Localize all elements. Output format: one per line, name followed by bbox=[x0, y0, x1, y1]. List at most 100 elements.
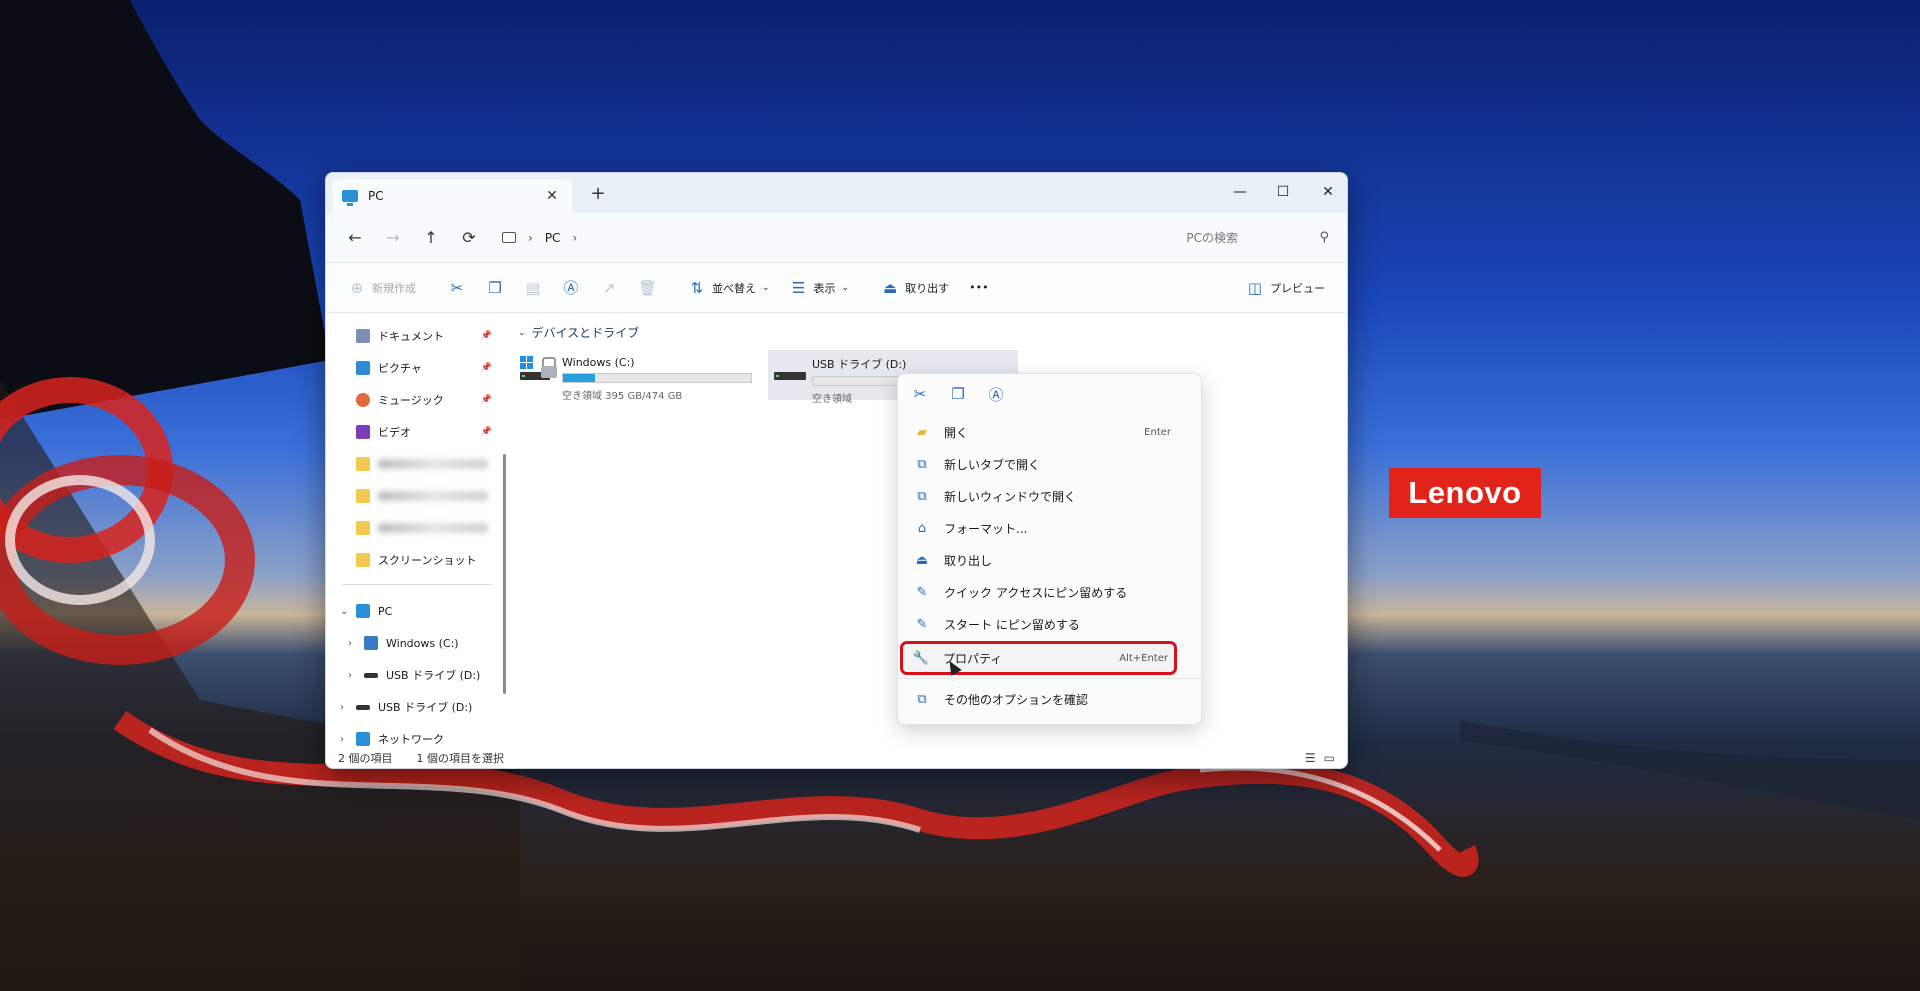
drive-icon bbox=[364, 636, 378, 650]
sidebar-item-label: ネットワーク bbox=[378, 733, 444, 746]
menu-item-pin-quick-access[interactable]: ✎ クイック アクセスにピン留めする bbox=[904, 578, 1195, 606]
sidebar-item-usb-d[interactable]: › USB ドライブ (D:) bbox=[326, 691, 508, 723]
drive-name: USB ドライブ (D:) bbox=[812, 358, 907, 371]
menu-item-open-new-tab[interactable]: ⧉ 新しいタブで開く bbox=[904, 450, 1195, 478]
drive-usage-fill bbox=[563, 374, 595, 382]
menu-item-label: クイック アクセスにピン留めする bbox=[944, 585, 1128, 600]
folder-open-icon: ▰ bbox=[917, 424, 927, 440]
drive-free-space: 空き領域 395 GB/474 GB bbox=[562, 391, 683, 402]
sidebar-divider bbox=[342, 584, 492, 585]
menu-item-pin-start[interactable]: ✎ スタート にピン留めする bbox=[904, 610, 1195, 638]
group-header-devices[interactable]: ⌄ デバイスとドライブ bbox=[518, 324, 1347, 341]
new-tab-button[interactable]: + bbox=[588, 183, 608, 204]
tab-pc[interactable]: PC ✕ bbox=[332, 179, 572, 213]
more-button[interactable]: ••• bbox=[959, 271, 998, 305]
sidebar-item-label: USB ドライブ (D:) bbox=[386, 669, 481, 682]
sidebar-item-blurred-folder[interactable] bbox=[326, 448, 508, 480]
folder-icon bbox=[356, 457, 370, 471]
forward-button[interactable]: → bbox=[374, 223, 412, 253]
chevron-right-icon[interactable]: › bbox=[340, 734, 356, 745]
trash-icon: 🗑 bbox=[638, 278, 658, 297]
sidebar-item-pc[interactable]: ⌄ PC bbox=[326, 595, 508, 627]
minimize-button[interactable]: — bbox=[1218, 179, 1262, 205]
breadcrumb-pc[interactable]: PC bbox=[545, 231, 561, 245]
copy-button[interactable]: ❐ bbox=[476, 271, 514, 305]
sort-icon: ⇅ bbox=[690, 278, 704, 297]
sidebar-item-screenshots[interactable]: スクリーンショット bbox=[326, 544, 508, 576]
menu-item-open-new-window[interactable]: ⧉ 新しいウィンドウで開く bbox=[904, 482, 1195, 510]
preview-button[interactable]: ◫ プレビュー bbox=[1236, 271, 1335, 305]
tiles-view-icon[interactable]: ▭ bbox=[1324, 751, 1335, 765]
drive-name: Windows (C:) bbox=[562, 356, 635, 369]
view-button[interactable]: ☰ 表示 ⌄ bbox=[780, 271, 860, 305]
sidebar-item-music[interactable]: ミュージック 📌 bbox=[326, 384, 508, 416]
refresh-button[interactable]: ⟳ bbox=[450, 223, 488, 253]
delete-button[interactable]: 🗑 bbox=[628, 271, 666, 305]
eject-icon: ⏏ bbox=[883, 278, 898, 297]
format-icon: ⌂ bbox=[917, 520, 927, 536]
more-dots-icon: ••• bbox=[969, 281, 989, 294]
menu-item-open[interactable]: ▰ 開く Enter bbox=[904, 418, 1195, 446]
pc-icon bbox=[356, 604, 370, 618]
menu-item-format[interactable]: ⌂ フォーマット... bbox=[904, 514, 1195, 542]
menu-item-more-options[interactable]: ⧉ その他のオプションを確認 bbox=[904, 685, 1195, 713]
folder-icon bbox=[356, 553, 370, 567]
search-input[interactable]: PCの検索 ⚲ bbox=[1097, 223, 1337, 253]
chevron-right-icon[interactable]: › bbox=[348, 670, 364, 681]
sidebar-item-blurred-folder[interactable] bbox=[326, 512, 508, 544]
new-button[interactable]: ⊕ 新規作成 bbox=[338, 271, 426, 305]
chevron-down-icon[interactable]: ⌄ bbox=[340, 606, 356, 617]
pc-icon bbox=[342, 190, 358, 206]
menu-item-eject[interactable]: ⏏ 取り出し bbox=[904, 546, 1195, 574]
scissors-icon[interactable]: ✂ bbox=[910, 385, 930, 403]
back-button[interactable]: ← bbox=[336, 223, 374, 253]
maximize-button[interactable]: ☐ bbox=[1261, 179, 1305, 205]
chevron-right-icon[interactable]: › bbox=[572, 231, 577, 245]
details-view-icon[interactable]: ☰ bbox=[1305, 751, 1316, 765]
sidebar-item-usb-d[interactable]: › USB ドライブ (D:) bbox=[326, 659, 508, 691]
chevron-right-icon[interactable]: › bbox=[340, 702, 356, 713]
chevron-right-icon[interactable]: › bbox=[348, 638, 364, 649]
sidebar-scrollbar[interactable] bbox=[503, 454, 506, 694]
status-bar: 2 個の項目 1 個の項目を選択 ☰ ▭ bbox=[326, 748, 1347, 768]
close-button[interactable]: ✕ bbox=[1306, 179, 1347, 205]
view-label: 表示 bbox=[813, 281, 836, 295]
menu-item-label: 開く bbox=[944, 425, 969, 440]
menu-item-shortcut: Enter bbox=[1144, 426, 1171, 438]
sidebar-item-videos[interactable]: ビデオ 📌 bbox=[326, 416, 508, 448]
drive-windows-c[interactable]: Windows (C:) 空き領域 395 GB/474 GB bbox=[518, 350, 768, 402]
pc-icon bbox=[502, 232, 516, 243]
breadcrumb[interactable]: › PC › bbox=[502, 223, 1022, 253]
open-new-window-icon: ⧉ bbox=[917, 488, 927, 504]
network-icon bbox=[356, 732, 370, 746]
rename-icon[interactable]: Ⓐ bbox=[986, 384, 1006, 405]
rename-button[interactable]: Ⓐ bbox=[552, 271, 590, 305]
sidebar-item-blurred-folder[interactable] bbox=[326, 480, 508, 512]
sidebar-item-documents[interactable]: ドキュメント 📌 bbox=[326, 320, 508, 352]
selected-count: 1 個の項目を選択 bbox=[416, 752, 505, 765]
sidebar-item-label: PC bbox=[378, 604, 393, 618]
pin-icon: 📌 bbox=[480, 427, 492, 437]
eject-button[interactable]: ⏏ 取り出す bbox=[871, 271, 959, 305]
up-button[interactable]: ↑ bbox=[412, 223, 450, 253]
sidebar-item-label: ドキュメント bbox=[378, 330, 444, 343]
paste-icon: ▤ bbox=[525, 278, 541, 297]
sidebar-item-pictures[interactable]: ピクチャ 📌 bbox=[326, 352, 508, 384]
cut-button[interactable]: ✂ bbox=[438, 271, 476, 305]
tab-close-button[interactable]: ✕ bbox=[542, 188, 562, 204]
copy-icon[interactable]: ❐ bbox=[948, 385, 968, 403]
share-button[interactable]: ↗ bbox=[590, 271, 628, 305]
chevron-right-icon: › bbox=[528, 230, 533, 245]
sidebar-item-windows-c[interactable]: › Windows (C:) bbox=[326, 627, 508, 659]
blurred-label bbox=[378, 491, 488, 501]
rename-icon: Ⓐ bbox=[563, 279, 579, 297]
copy-icon: ❐ bbox=[488, 278, 502, 297]
menu-item-label: 新しいタブで開く bbox=[944, 457, 1041, 472]
share-icon: ↗ bbox=[602, 278, 616, 297]
menu-item-shortcut: Alt+Enter bbox=[1119, 652, 1168, 664]
paste-button[interactable]: ▤ bbox=[514, 271, 552, 305]
menu-item-properties[interactable]: 🔧 プロパティ Alt+Enter bbox=[900, 641, 1177, 675]
sort-button[interactable]: ⇅ 並べ替え ⌄ bbox=[678, 271, 780, 305]
windows-drive-icon bbox=[518, 350, 562, 390]
drive-usage-bar bbox=[562, 373, 752, 383]
